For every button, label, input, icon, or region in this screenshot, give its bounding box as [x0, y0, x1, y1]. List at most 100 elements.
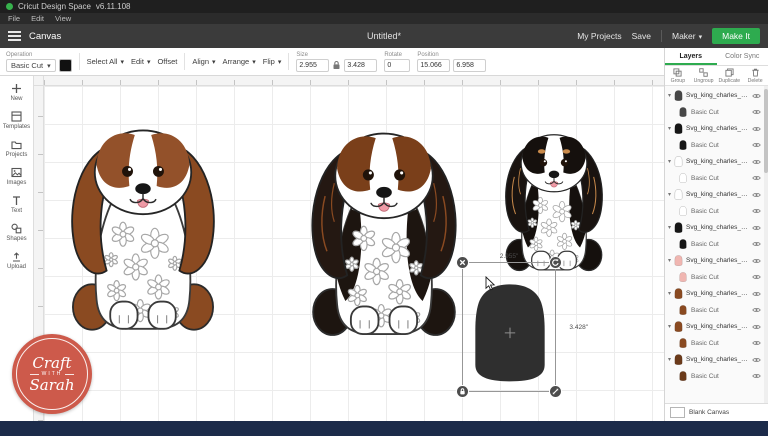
menubar: File Edit View: [0, 13, 768, 24]
layer-operation-row[interactable]: Basic Cut: [665, 137, 763, 153]
layer-operation-label: Basic Cut: [691, 340, 748, 347]
size-width-input[interactable]: [296, 59, 329, 72]
resize-handle[interactable]: [549, 385, 562, 398]
arrange-button[interactable]: Arrange: [223, 57, 256, 66]
chevron-down-icon[interactable]: [668, 93, 671, 99]
layer-group-row[interactable]: Svg_king_charles_spaniel_: [665, 186, 763, 203]
eye-visibility-icon[interactable]: [752, 373, 761, 379]
sidebar-item-projects[interactable]: Projects: [6, 138, 28, 158]
chevron-down-icon[interactable]: [668, 357, 671, 363]
canvas-color-swatch[interactable]: [670, 407, 685, 418]
layer-operation-row[interactable]: Basic Cut: [665, 269, 763, 285]
color-swatch[interactable]: [59, 59, 72, 72]
layer-group-row[interactable]: Svg_king_charles_spaniel_: [665, 87, 763, 104]
chevron-down-icon[interactable]: [668, 225, 671, 231]
eye-visibility-icon[interactable]: [752, 340, 761, 346]
position-x-input[interactable]: [417, 59, 450, 72]
tab-layers[interactable]: Layers: [665, 48, 717, 65]
eye-visibility-icon[interactable]: [752, 142, 761, 148]
layer-operation-row[interactable]: Basic Cut: [665, 236, 763, 252]
layer-group-row[interactable]: Svg_king_charles_spaniel_: [665, 252, 763, 269]
layer-operation-row[interactable]: Basic Cut: [665, 302, 763, 318]
layer-operation-row[interactable]: Basic Cut: [665, 335, 763, 351]
layer-group-row[interactable]: Svg_king_charles_spaniel_: [665, 153, 763, 170]
offset-button[interactable]: Offset: [157, 57, 177, 66]
layer-name: Svg_king_charles_spaniel_: [686, 158, 749, 165]
eye-visibility-icon[interactable]: [752, 307, 761, 313]
lock-icon[interactable]: [332, 60, 341, 70]
eye-visibility-icon[interactable]: [752, 109, 761, 115]
layer-group-row[interactable]: Svg_king_charles_spaniel_: [665, 351, 763, 368]
eye-visibility-icon[interactable]: [752, 324, 761, 330]
edit-button[interactable]: Edit: [131, 57, 150, 66]
chevron-down-icon[interactable]: [668, 291, 671, 297]
canvas-background-row[interactable]: Blank Canvas: [665, 403, 768, 421]
chevron-down-icon[interactable]: [668, 126, 671, 132]
sidebar-item-templates[interactable]: Templates: [3, 110, 30, 130]
layer-operation-row[interactable]: Basic Cut: [665, 170, 763, 186]
sidebar-item-text[interactable]: Text: [10, 194, 23, 214]
cricut-logo-icon: [6, 3, 13, 10]
layer-operation-row[interactable]: Basic Cut: [665, 104, 763, 120]
duplicate-button[interactable]: Duplicate: [717, 68, 743, 84]
scrollbar-thumb[interactable]: [764, 89, 768, 173]
lock-handle[interactable]: [456, 385, 469, 398]
tab-color-sync[interactable]: Color Sync: [717, 48, 768, 65]
ruler-corner: [34, 76, 44, 86]
chevron-down-icon[interactable]: [668, 159, 671, 165]
chevron-down-icon[interactable]: [668, 258, 671, 264]
ungroup-button[interactable]: Ungroup: [691, 68, 717, 84]
dog-artwork-spaniel-chocolate[interactable]: [292, 96, 476, 344]
selection-box[interactable]: 2.955" 3.428": [462, 262, 556, 392]
layer-group-row[interactable]: Svg_king_charles_spaniel_: [665, 219, 763, 236]
size-height-input[interactable]: [344, 59, 377, 72]
sidebar-item-shapes[interactable]: Shapes: [6, 222, 26, 242]
layer-group-row[interactable]: Svg_king_charles_spaniel_: [665, 120, 763, 137]
eye-visibility-icon[interactable]: [752, 258, 761, 264]
delete-button[interactable]: Delete: [742, 68, 768, 84]
eye-visibility-icon[interactable]: [752, 225, 761, 231]
hamburger-menu-icon[interactable]: [8, 31, 21, 41]
operation-dropdown[interactable]: Basic Cut: [6, 59, 56, 72]
rotate-input[interactable]: [384, 59, 410, 72]
eye-visibility-icon[interactable]: [752, 192, 761, 198]
flip-button[interactable]: Flip: [263, 57, 282, 66]
eye-visibility-icon[interactable]: [752, 357, 761, 363]
menu-file[interactable]: File: [8, 14, 20, 23]
eye-visibility-icon[interactable]: [752, 159, 761, 165]
chevron-down-icon[interactable]: [668, 324, 671, 330]
layer-operation-row[interactable]: Basic Cut: [665, 203, 763, 219]
eye-visibility-icon[interactable]: [752, 175, 761, 181]
eye-visibility-icon[interactable]: [752, 291, 761, 297]
dog-artwork-spaniel-brown-white[interactable]: [52, 90, 234, 342]
machine-selector[interactable]: Maker: [672, 31, 702, 41]
my-projects-link[interactable]: My Projects: [577, 31, 621, 41]
selected-shape[interactable]: [471, 276, 549, 388]
rotate-handle[interactable]: [549, 256, 562, 269]
sidebar-item-new[interactable]: New: [10, 82, 23, 102]
group-button[interactable]: Group: [665, 68, 691, 84]
position-y-input[interactable]: [453, 59, 486, 72]
chevron-down-icon[interactable]: [668, 192, 671, 198]
select-all-label: Select All: [87, 57, 118, 66]
align-button[interactable]: Align: [192, 57, 215, 66]
save-link[interactable]: Save: [632, 31, 651, 41]
sidebar-item-images[interactable]: Images: [7, 166, 27, 186]
eye-visibility-icon[interactable]: [752, 208, 761, 214]
menu-view[interactable]: View: [55, 14, 71, 23]
canvas-grid[interactable]: 2.955" 3.428": [44, 86, 664, 421]
eye-visibility-icon[interactable]: [752, 274, 761, 280]
layer-group-row[interactable]: Svg_king_charles_spaniel_: [665, 318, 763, 335]
eye-visibility-icon[interactable]: [752, 93, 761, 99]
sidebar-item-upload[interactable]: Upload: [7, 250, 26, 270]
delete-handle[interactable]: [456, 256, 469, 269]
layer-name: Svg_king_charles_spaniel_: [686, 257, 749, 264]
eye-visibility-icon[interactable]: [752, 126, 761, 132]
select-all-button[interactable]: Select All: [87, 57, 124, 66]
layer-group-row[interactable]: Svg_king_charles_spaniel_: [665, 285, 763, 302]
eye-visibility-icon[interactable]: [752, 241, 761, 247]
layer-operation-row[interactable]: Basic Cut: [665, 368, 763, 384]
close-icon: [458, 258, 467, 267]
menu-edit[interactable]: Edit: [31, 14, 44, 23]
make-it-button[interactable]: Make It: [712, 28, 760, 44]
